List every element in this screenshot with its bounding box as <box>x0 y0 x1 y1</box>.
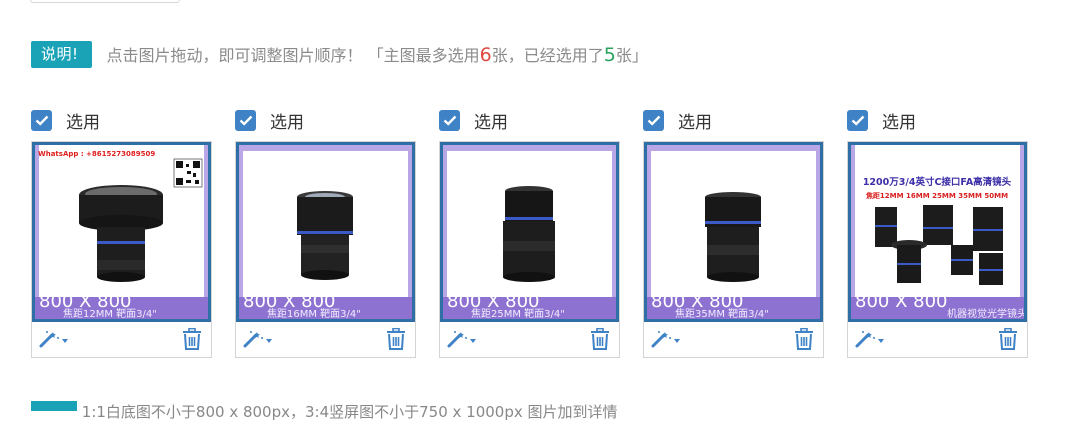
banner-subtitle: 焦距12MM 16MM 25MM 35MM 50MM <box>865 191 1008 200</box>
select-label: 选用 <box>66 112 100 133</box>
select-row[interactable]: 选用 <box>847 109 916 133</box>
product-image[interactable]: 800 X 800 焦距35MM 靶面3/4" <box>644 142 823 322</box>
check-icon <box>443 115 456 126</box>
edit-menu[interactable] <box>38 329 70 349</box>
card-toolbar <box>32 324 211 354</box>
check-icon <box>851 115 864 126</box>
notice-text-before: 点击图片拖动，即可调整图片顺序！ 「主图最多选用 <box>106 46 480 65</box>
trash-icon[interactable] <box>182 327 202 350</box>
delete-button[interactable] <box>590 327 610 354</box>
product-image[interactable]: WhatsApp : +8615273089509 800 X 800 焦距12… <box>32 142 211 322</box>
image-box: 800 X 800 焦距25MM 靶面3/4" <box>439 141 620 358</box>
image-box: 800 X 800 焦距35MM 靶面3/4" <box>643 141 824 358</box>
selected-count: 5 <box>603 44 616 66</box>
card-toolbar <box>236 324 415 354</box>
check-icon <box>647 115 660 126</box>
whatsapp-text: WhatsApp : +8615273089509 <box>38 150 155 158</box>
trash-icon[interactable] <box>998 327 1018 350</box>
qr-code-image <box>173 158 203 188</box>
edit-menu[interactable] <box>242 329 274 349</box>
lens-image <box>503 186 555 282</box>
magic-wand-icon[interactable] <box>242 329 274 349</box>
bottom-hint-row: 1:1白底图不小于800 x 800px，3:4竖屏图不小于750 x 1000… <box>31 401 618 422</box>
chevron-down-icon <box>674 339 680 343</box>
image-box: WhatsApp : +8615273089509 800 X 800 焦距12… <box>31 141 212 358</box>
product-image[interactable]: 1200万3/4英寸C接口FA高清镜头 焦距12MM 16MM 25MM 35M… <box>848 142 1027 322</box>
lens-caption: 焦距12MM 靶面3/4" <box>63 307 157 319</box>
delete-button[interactable] <box>182 327 202 354</box>
select-row[interactable]: 选用 <box>439 109 508 133</box>
product-image[interactable]: 800 X 800 焦距16MM 靶面3/4" <box>236 142 415 322</box>
select-row[interactable]: 选用 <box>235 109 304 133</box>
card-toolbar <box>440 324 619 354</box>
select-checkbox[interactable] <box>31 109 52 131</box>
delete-button[interactable] <box>386 327 406 354</box>
notice-text-middle: 张，已经选用了 <box>491 46 604 65</box>
card-toolbar <box>644 324 823 354</box>
select-label: 选用 <box>678 112 712 133</box>
trash-icon[interactable] <box>794 327 814 350</box>
lens-caption: 机器视觉光学镜头 <box>947 307 1024 319</box>
bottom-badge <box>31 401 77 411</box>
card-toolbar <box>848 324 1027 354</box>
check-icon <box>35 115 48 126</box>
notice-row: 说明! 点击图片拖动，即可调整图片顺序！ 「主图最多选用6张，已经选用了5张」 <box>31 40 648 68</box>
top-input-fragment[interactable] <box>30 0 180 3</box>
select-label: 选用 <box>270 112 304 133</box>
image-box: 800 X 800 焦距16MM 靶面3/4" <box>235 141 416 358</box>
select-checkbox[interactable] <box>439 109 460 131</box>
trash-icon[interactable] <box>590 327 610 350</box>
magic-wand-icon[interactable] <box>650 329 682 349</box>
magic-wand-icon[interactable] <box>38 329 70 349</box>
magic-wand-icon[interactable] <box>854 329 886 349</box>
lens-caption: 焦距16MM 靶面3/4" <box>267 307 361 319</box>
select-label: 选用 <box>474 112 508 133</box>
chevron-down-icon <box>266 339 272 343</box>
notice-text-after: 张」 <box>615 46 648 65</box>
lens-image <box>297 191 353 280</box>
lens-caption: 焦距35MM 靶面3/4" <box>675 307 769 319</box>
select-row[interactable]: 选用 <box>31 109 100 133</box>
delete-button[interactable] <box>998 327 1018 354</box>
edit-menu[interactable] <box>650 329 682 349</box>
notice-badge: 说明! <box>31 40 92 68</box>
edit-menu[interactable] <box>446 329 478 349</box>
select-checkbox[interactable] <box>643 109 664 131</box>
product-image[interactable]: 800 X 800 焦距25MM 靶面3/4" <box>440 142 619 322</box>
edit-menu[interactable] <box>854 329 886 349</box>
select-checkbox[interactable] <box>235 109 256 131</box>
chevron-down-icon <box>470 339 476 343</box>
notice-text: 点击图片拖动，即可调整图片顺序！ 「主图最多选用6张，已经选用了5张」 <box>107 42 648 66</box>
chevron-down-icon <box>878 339 884 343</box>
size-label: 800 X 800 <box>855 291 948 312</box>
max-count: 6 <box>479 44 492 66</box>
delete-button[interactable] <box>794 327 814 354</box>
select-label: 选用 <box>882 112 916 133</box>
lens-caption: 焦距25MM 靶面3/4" <box>471 307 565 319</box>
image-box: 1200万3/4英寸C接口FA高清镜头 焦距12MM 16MM 25MM 35M… <box>847 141 1028 358</box>
lens-image <box>705 192 761 282</box>
select-checkbox[interactable] <box>847 109 868 131</box>
select-row[interactable]: 选用 <box>643 109 712 133</box>
trash-icon[interactable] <box>386 327 406 350</box>
check-icon <box>239 115 252 126</box>
banner-title: 1200万3/4英寸C接口FA高清镜头 <box>863 176 1012 188</box>
bottom-hint-text: 1:1白底图不小于800 x 800px，3:4竖屏图不小于750 x 1000… <box>81 403 618 421</box>
magic-wand-icon[interactable] <box>446 329 478 349</box>
chevron-down-icon <box>62 339 68 343</box>
